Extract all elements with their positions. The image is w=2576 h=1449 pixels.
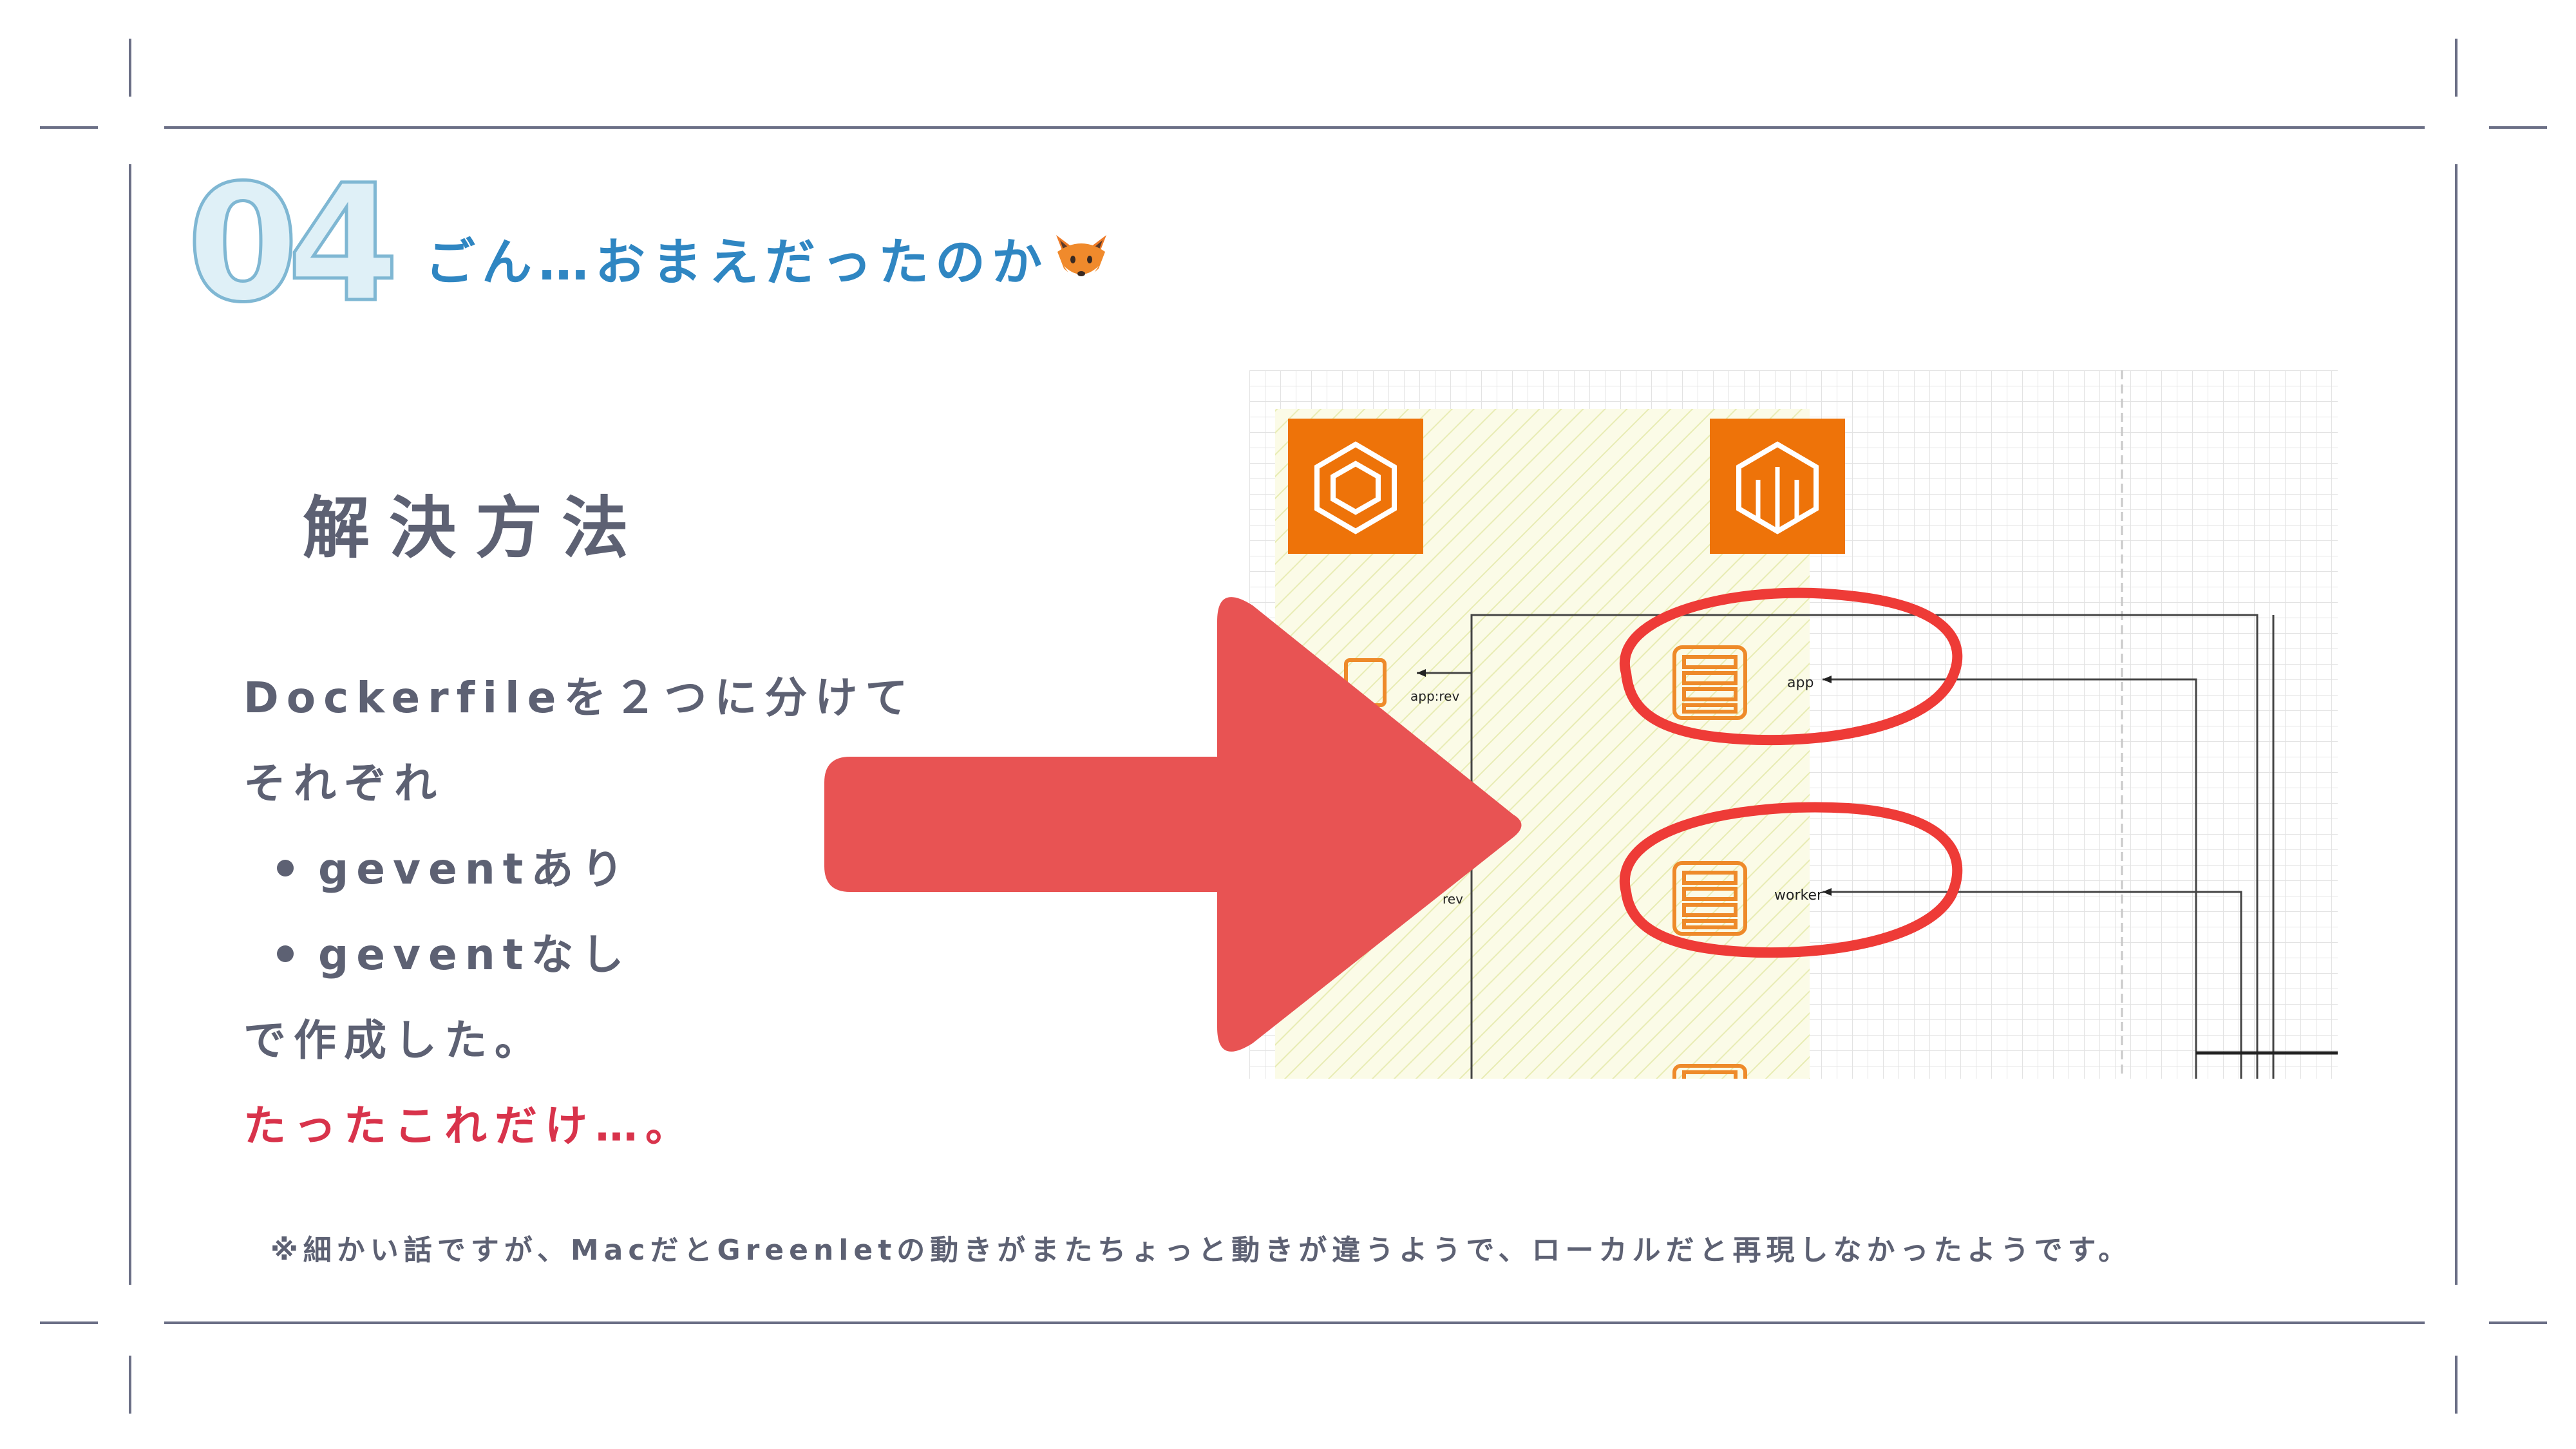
slide-number-text: 04 bbox=[187, 161, 392, 328]
corner-tick bbox=[2489, 126, 2547, 129]
big-red-arrow bbox=[824, 597, 1522, 1052]
left-border-line bbox=[129, 164, 131, 1285]
bottom-border-line bbox=[164, 1321, 2425, 1324]
fox-face-icon bbox=[1052, 232, 1110, 299]
corner-tick bbox=[129, 1356, 131, 1414]
body-line-2: それぞれ bbox=[243, 759, 444, 808]
slide-title: ごん…おまえだったのか bbox=[425, 222, 1110, 299]
bullet-item-text: geventあり bbox=[318, 844, 632, 894]
slide-title-text: ごん…おまえだったのか bbox=[425, 234, 1049, 292]
corner-tick bbox=[40, 1321, 98, 1324]
bullet-item: geventあり bbox=[277, 835, 631, 896]
slide-number: 04 bbox=[187, 161, 399, 328]
bullet-item-text: geventなし bbox=[318, 930, 632, 980]
right-border-line bbox=[2455, 164, 2458, 1285]
label-worker: worker bbox=[1774, 887, 1823, 904]
corner-tick bbox=[2489, 1321, 2547, 1324]
bullet-item: geventなし bbox=[277, 920, 631, 982]
section-heading: 解決方法 bbox=[303, 489, 649, 567]
corner-tick bbox=[40, 126, 98, 129]
ecs-service-icon bbox=[1710, 419, 1845, 554]
body-line-1: Dockerfileを２つに分けて bbox=[243, 673, 916, 723]
body-line-3: で作成した。 bbox=[243, 1016, 545, 1065]
corner-tick bbox=[129, 39, 131, 97]
corner-tick bbox=[2455, 39, 2458, 97]
emphasis-text: たったこれだけ…。 bbox=[243, 1101, 696, 1151]
ecs-cluster-icon bbox=[1288, 419, 1423, 554]
corner-tick bbox=[2455, 1356, 2458, 1414]
footnote: ※細かい話ですが、MacだとGreenletの動きがまたちょっと動きが違うようで… bbox=[270, 1234, 2132, 1267]
label-app: app bbox=[1787, 675, 1814, 691]
top-border-line bbox=[164, 126, 2425, 129]
